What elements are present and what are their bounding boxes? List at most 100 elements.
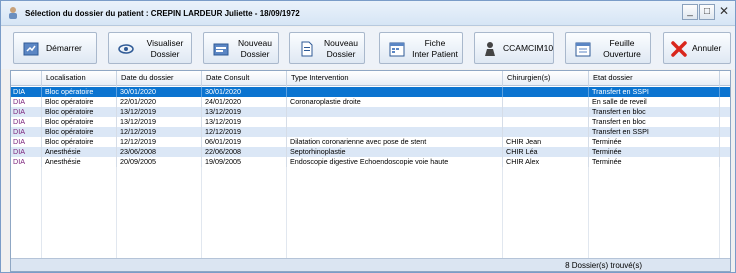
chirurgien-cell	[503, 97, 589, 107]
chirurgien-cell	[503, 117, 589, 127]
new-folder-icon	[213, 43, 229, 56]
chirurgien-cell	[503, 127, 589, 137]
date-dossier-cell: 13/12/2019	[117, 107, 202, 117]
date-consult-cell: 22/06/2008	[202, 147, 287, 157]
localisation-cell: Bloc opératoire	[42, 117, 117, 127]
row-tag: DIA	[11, 157, 42, 167]
table-row[interactable]: DIA Bloc opératoire 30/01/2020 30/01/2020 Tr…	[11, 87, 730, 97]
title-bar[interactable]: Sélection du dossier du patient : CREPIN…	[1, 1, 735, 26]
new-folder-label-2: Dossier	[240, 49, 270, 59]
column-header[interactable]: Chirurgien(s)	[503, 71, 589, 86]
type-intervention-cell: Coronaroplastie droite	[287, 97, 503, 107]
table-row[interactable]: DIA Anesthésie 23/06/2008 22/06/2008 Septorh…	[11, 147, 730, 157]
table-row[interactable]: DIA Bloc opératoire 22/01/2020 24/01/2020 Co…	[11, 97, 730, 107]
localisation-cell: Bloc opératoire	[42, 137, 117, 147]
folder-table[interactable]: Localisation Date du dossier Date Consul…	[10, 70, 731, 272]
row-tag: DIA	[11, 127, 42, 137]
patient-folder-dialog: Sélection du dossier du patient : CREPIN…	[0, 0, 736, 273]
new-folder-2-button[interactable]: Nouveau Dossier	[289, 32, 365, 64]
etat-dossier-cell: Transfert en SSPI	[589, 127, 720, 137]
row-tag: DIA	[11, 117, 42, 127]
patient-sheet-label-1: Fiche	[424, 38, 446, 48]
filler-header	[720, 71, 730, 86]
date-dossier-cell: 22/01/2020	[117, 97, 202, 107]
column-header[interactable]: Date du dossier	[117, 71, 202, 86]
localisation-cell: Bloc opératoire	[42, 97, 117, 107]
type-intervention-cell	[287, 107, 503, 117]
column-header[interactable]: Type Intervention	[287, 71, 503, 86]
result-count: 8 Dossier(s) trouvé(s)	[565, 261, 642, 270]
date-dossier-cell: 13/12/2019	[117, 117, 202, 127]
document-icon	[301, 41, 313, 57]
status-bar: 8 Dossier(s) trouvé(s)	[11, 258, 730, 271]
close-button[interactable]: ✕	[716, 4, 732, 20]
type-intervention-cell	[287, 117, 503, 127]
patient-sheet-button[interactable]: Fiche Inter Patient	[379, 32, 463, 64]
table-row[interactable]: DIA Bloc opératoire 13/12/2019 13/12/2019 Tr…	[11, 107, 730, 117]
ccam-button[interactable]: CCAMCIM10	[474, 32, 554, 64]
new-folder-2-label-1: Nouveau	[323, 38, 359, 48]
date-dossier-cell: 30/01/2020	[117, 87, 202, 97]
etat-dossier-cell: Transfert en bloc	[589, 107, 720, 117]
app-icon	[9, 7, 17, 19]
date-dossier-cell: 20/09/2005	[117, 157, 202, 167]
eye-icon	[118, 44, 134, 54]
localisation-cell: Bloc opératoire	[42, 127, 117, 137]
start-button[interactable]: Démarrer	[13, 32, 97, 64]
cancel-icon	[671, 41, 687, 57]
table-header: Localisation Date du dossier Date Consul…	[11, 71, 730, 86]
type-intervention-cell: Dilatation coronarienne avec pose de ste…	[287, 137, 503, 147]
table-row[interactable]: DIA Bloc opératoire 12/12/2019 06/01/2019 Di…	[11, 137, 730, 147]
patient-sheet-label-2: Inter Patient	[412, 49, 458, 59]
date-consult-cell: 06/01/2019	[202, 137, 287, 147]
view-folder-label-1: Visualiser	[146, 38, 184, 48]
row-tag: DIA	[11, 107, 42, 117]
row-indicator-header	[11, 71, 42, 86]
opening-sheet-button[interactable]: Feuille Ouverture	[565, 32, 651, 64]
chirurgien-cell: CHIR Léa	[503, 147, 589, 157]
date-dossier-cell: 23/06/2008	[117, 147, 202, 157]
calendar-icon	[389, 42, 405, 57]
etat-dossier-cell: Terminée	[589, 147, 720, 157]
opening-sheet-label-1: Feuille	[609, 38, 635, 48]
new-folder-label-1: Nouveau	[237, 38, 273, 48]
row-tag: DIA	[11, 97, 42, 107]
etat-dossier-cell: En salle de reveil	[589, 97, 720, 107]
person-icon	[485, 42, 495, 56]
date-dossier-cell: 12/12/2019	[117, 127, 202, 137]
localisation-cell: Anesthésie	[42, 147, 117, 157]
cancel-button[interactable]: Annuler	[663, 32, 731, 64]
window-title: Sélection du dossier du patient : CREPIN…	[25, 9, 300, 18]
toolbar: Démarrer Visualiser Dossier Nouveau Doss…	[1, 27, 735, 69]
row-tag: DIA	[11, 147, 42, 157]
type-intervention-cell: Septorhinoplastie	[287, 147, 503, 157]
table-row[interactable]: DIA Bloc opératoire 13/12/2019 13/12/2019 Tr…	[11, 117, 730, 127]
column-header[interactable]: Localisation	[42, 71, 117, 86]
column-header[interactable]: Etat dossier	[589, 71, 720, 86]
date-dossier-cell: 12/12/2019	[117, 137, 202, 147]
chirurgien-cell	[503, 87, 589, 97]
new-folder-button[interactable]: Nouveau Dossier	[203, 32, 279, 64]
etat-dossier-cell: Terminée	[589, 157, 720, 167]
column-header[interactable]: Date Consult	[202, 71, 287, 86]
etat-dossier-cell: Transfert en bloc	[589, 117, 720, 127]
type-intervention-cell: Endoscopie digestive Echoendoscopie voie…	[287, 157, 503, 167]
row-tag: DIA	[11, 87, 42, 97]
table-row[interactable]: DIA Anesthésie 20/09/2005 19/09/2005 Endosco…	[11, 157, 730, 167]
type-intervention-cell	[287, 127, 503, 137]
maximize-button[interactable]: □	[699, 4, 715, 20]
ccam-label: CCAMCIM10	[503, 43, 554, 53]
start-icon	[23, 42, 39, 56]
table-row[interactable]: DIA Bloc opératoire 12/12/2019 12/12/2019 Tr…	[11, 127, 730, 137]
localisation-cell: Anesthésie	[42, 157, 117, 167]
view-folder-label-2: Dossier	[150, 49, 180, 59]
minimize-button[interactable]: _	[682, 4, 698, 20]
view-folder-button[interactable]: Visualiser Dossier	[108, 32, 192, 64]
etat-dossier-cell: Transfert en SSPI	[589, 87, 720, 97]
start-label: Démarrer	[46, 43, 82, 53]
etat-dossier-cell: Terminée	[589, 137, 720, 147]
date-consult-cell: 13/12/2019	[202, 107, 287, 117]
date-consult-cell: 12/12/2019	[202, 127, 287, 137]
cancel-label: Annuler	[692, 43, 722, 53]
chirurgien-cell: CHIR Jean	[503, 137, 589, 147]
